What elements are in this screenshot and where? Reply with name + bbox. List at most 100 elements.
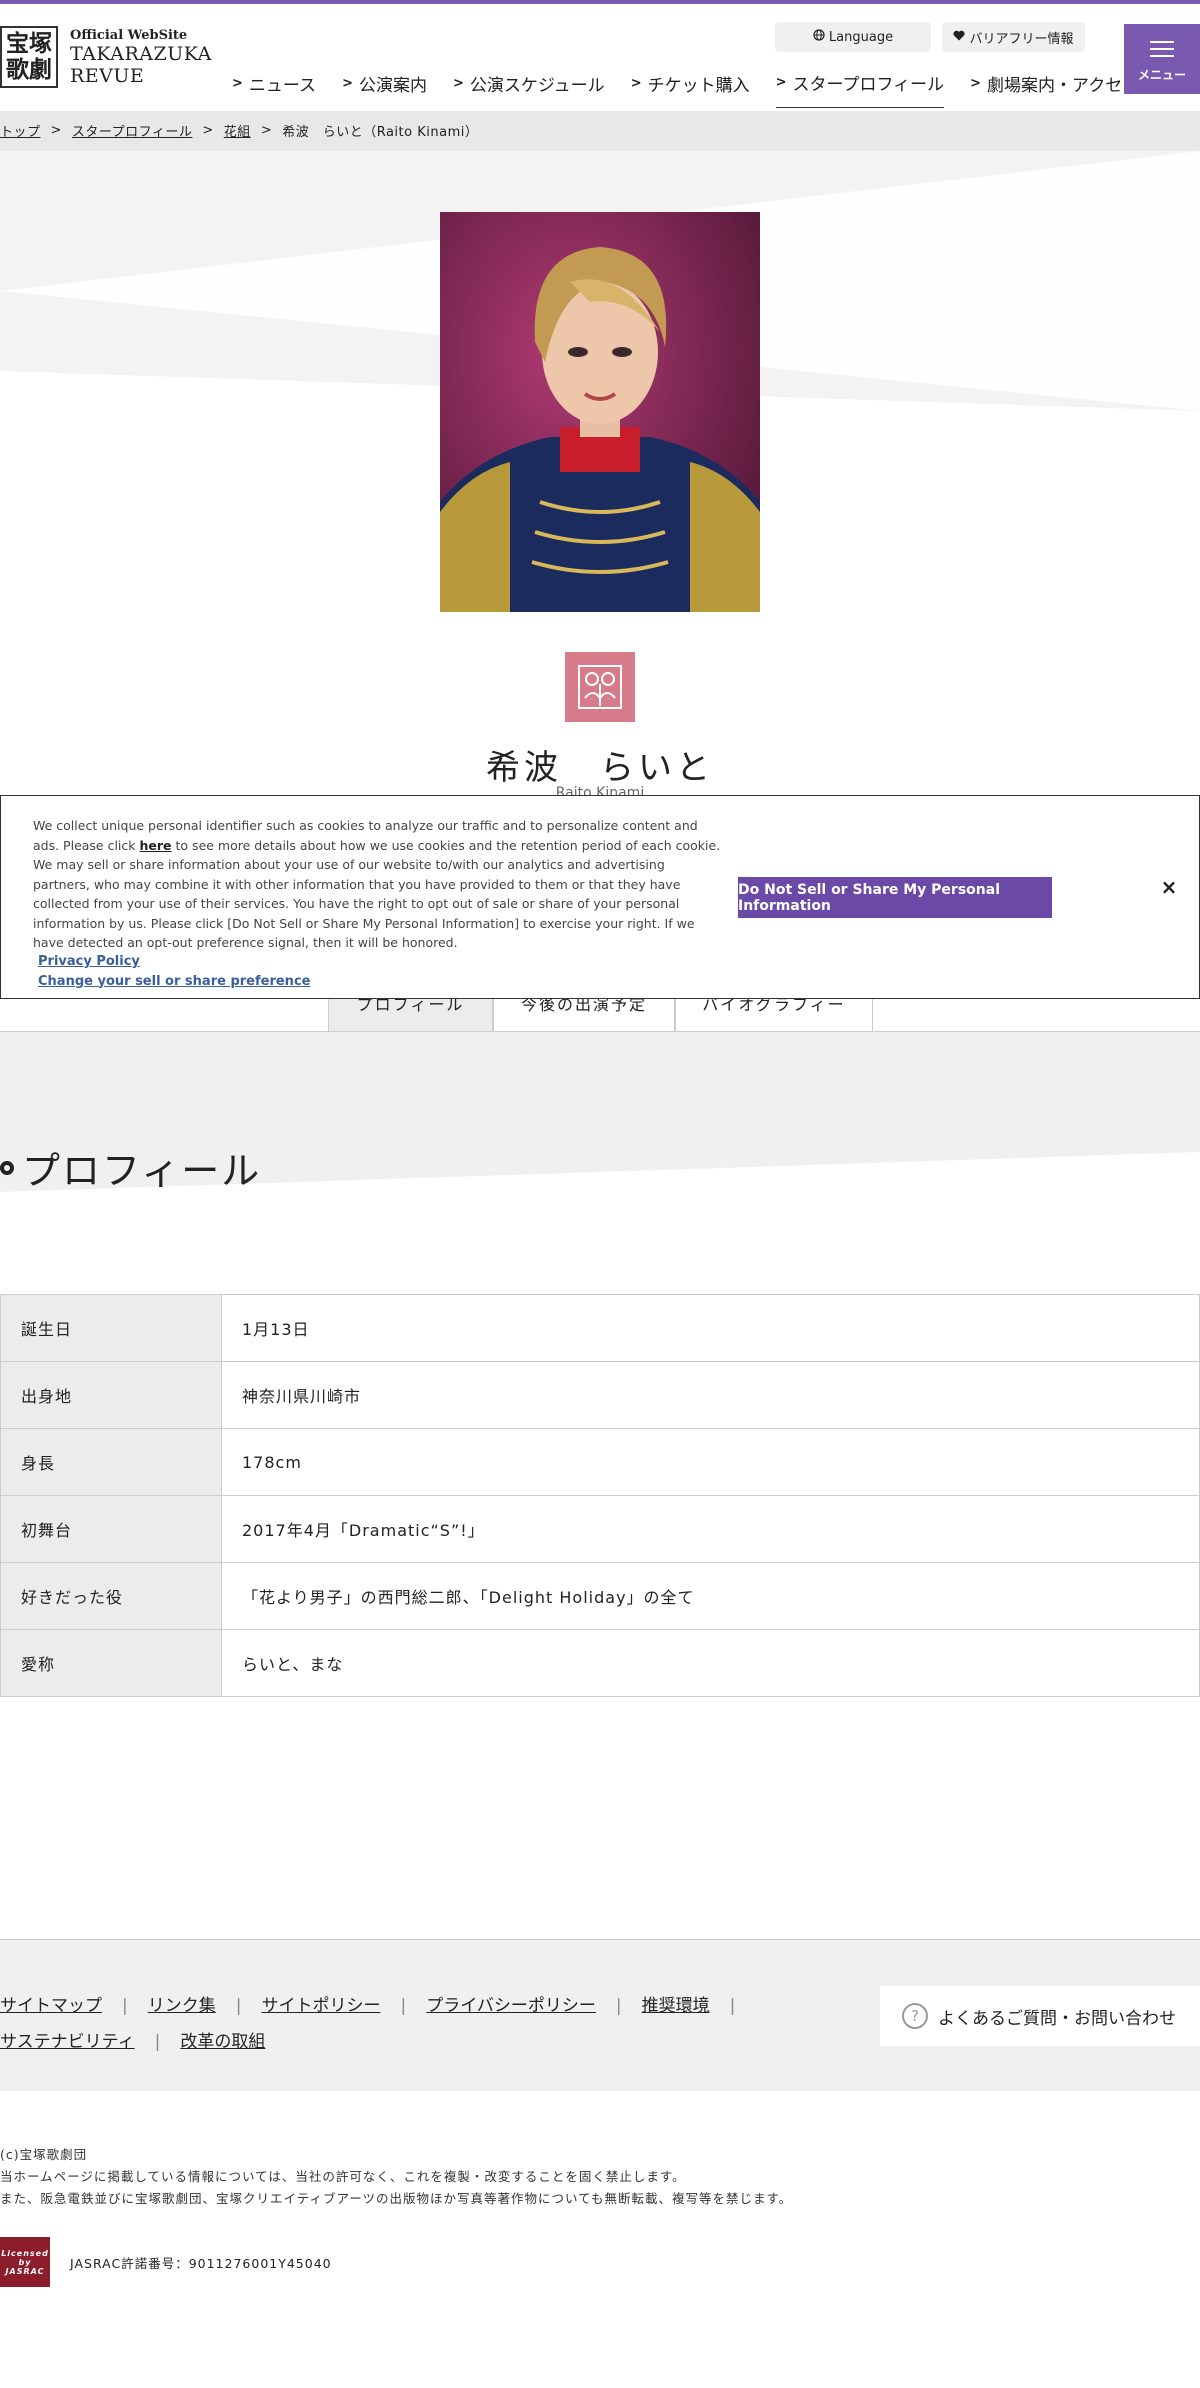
profile-label: 出身地 xyxy=(0,1361,222,1429)
jasrac-logo-line-2: by xyxy=(18,2257,32,2267)
nav-item-tickets[interactable]: > チケット購入 xyxy=(631,70,750,108)
copyright-notice-2: また、阪急電鉄並びに宝塚歌劇団、宝塚クリエイティブアーツの出版物ほか写真等著作物… xyxy=(0,2191,793,2206)
question-icon: ? xyxy=(902,2003,928,2029)
profile-section-title: プロフィール xyxy=(0,1140,261,1195)
breadcrumb-item-troupe[interactable]: 花組 xyxy=(224,121,251,140)
site-footer: サイトマップ | リンク集 | サイトポリシー | プライバシーポリシー | 推奨環境 | サステナ… xyxy=(0,1939,1200,2091)
chevron-right-icon: > xyxy=(775,75,787,90)
breadcrumb-current: 希波 らいと（Raito Kinami） xyxy=(282,125,479,140)
global-nav: > ニュース > 公演案内 > 公演スケジュール > チケット購入 > スタープロフィール > 劇場案… xyxy=(232,70,1165,108)
language-button[interactable]: Language xyxy=(775,22,931,52)
profile-label: 愛称 xyxy=(0,1629,222,1697)
cookie-links: Privacy Policy Change your sell or share… xyxy=(38,952,310,991)
chevron-right-icon: > xyxy=(342,75,353,91)
profile-value: 2017年4月「Dramatic“S”!」 xyxy=(221,1495,1200,1563)
footer-link[interactable]: 推奨環境 xyxy=(642,1996,710,2016)
footer-link[interactable]: プライバシーポリシー xyxy=(426,1996,596,2016)
jasrac-license-number: JASRAC許諾番号：9011276001Y45040 xyxy=(70,2255,332,2271)
table-row: 誕生日 1月13日 xyxy=(0,1294,1200,1362)
footer-link-separator: | xyxy=(729,1996,736,2016)
star-portrait-photo xyxy=(440,212,760,612)
footer-link-row: サステナビリティ | 改革の取組 xyxy=(0,2024,780,2060)
table-row: 愛称 らいと、まな xyxy=(0,1629,1200,1697)
footer-link-separator: | xyxy=(615,1996,622,2016)
profile-section-title-text: プロフィール xyxy=(22,1149,262,1193)
cookie-here-link[interactable]: here xyxy=(140,838,172,853)
profile-label: 好きだった役 xyxy=(0,1562,222,1630)
breadcrumb-separator: > xyxy=(50,123,62,138)
logo-mark: 宝塚 歌劇 xyxy=(0,26,58,88)
logo-subtitle: Official WebSite xyxy=(70,27,188,43)
nav-item-performances[interactable]: > 公演案内 xyxy=(342,70,427,108)
copyright: (c)宝塚歌劇団 xyxy=(0,2147,88,2162)
flower-troupe-emblem xyxy=(565,652,635,722)
nav-item-label: チケット購入 xyxy=(647,75,750,96)
copyright-notice-1: 当ホームページに掲載している情報については、当社の許可なく、これを複製・改変する… xyxy=(0,2169,686,2184)
cookie-consent-banner: We collect unique personal identifier su… xyxy=(0,795,1200,999)
nav-item-news[interactable]: > ニュース xyxy=(232,70,316,108)
table-row: 出身地 神奈川県川崎市 xyxy=(0,1361,1200,1429)
profile-label: 身長 xyxy=(0,1428,222,1496)
nav-item-label: 劇場案内・アクセス xyxy=(987,75,1140,96)
nav-item-star-profile[interactable]: > スタープロフィール xyxy=(775,70,945,108)
barrier-free-button[interactable]: バリアフリー情報 xyxy=(942,22,1085,52)
chevron-right-icon: > xyxy=(630,75,642,91)
footer-links: サイトマップ | リンク集 | サイトポリシー | プライバシーポリシー | 推奨環境 | サステナ… xyxy=(0,1988,780,2060)
do-not-sell-button[interactable]: Do Not Sell or Share My Personal Informa… xyxy=(738,877,1052,918)
footer-link-separator: | xyxy=(122,1996,128,2016)
profile-section-header-bg xyxy=(0,1032,1200,1237)
footer-link[interactable]: サステナビリティ xyxy=(0,2032,135,2052)
nav-item-theater-access[interactable]: > 劇場案内・アクセス xyxy=(970,70,1139,108)
footer-link-separator: | xyxy=(400,1996,407,2016)
language-label: Language xyxy=(828,29,894,45)
faq-contact-button[interactable]: ? よくあるご質問・お問い合わせ xyxy=(880,1986,1200,2046)
footer-link-separator: | xyxy=(154,2032,161,2052)
breadcrumb-item-top[interactable]: トップ xyxy=(0,121,41,140)
cookie-notice-text: We collect unique personal identifier su… xyxy=(33,816,723,953)
chevron-right-icon: > xyxy=(970,75,982,91)
footer-link[interactable]: サイトマップ xyxy=(0,1996,102,2016)
breadcrumb: トップ > スタープロフィール > 花組 > 希波 らいと（Raito Kina… xyxy=(0,121,478,140)
change-preference-link[interactable]: Change your sell or share preference xyxy=(38,972,310,992)
logo-title-2: REVUE xyxy=(70,64,145,87)
table-row: 身長 178cm xyxy=(0,1428,1200,1496)
profile-value: らいと、まな xyxy=(221,1629,1200,1697)
site-logo[interactable]: 宝塚 歌劇 Official WebSite TAKARAZUKA REVUE xyxy=(0,26,212,88)
close-icon[interactable]: × xyxy=(1159,877,1179,897)
nav-item-label: スタープロフィール xyxy=(792,75,945,95)
profile-label: 初舞台 xyxy=(0,1495,222,1563)
jasrac-logo: Licensed by JASRAC xyxy=(0,2237,50,2287)
nav-item-schedule[interactable]: > 公演スケジュール xyxy=(453,70,605,108)
menu-button[interactable]: メニュー xyxy=(1124,24,1200,94)
footer-link-row: サイトマップ | リンク集 | サイトポリシー | プライバシーポリシー | 推奨環境 | xyxy=(0,1988,780,2024)
bullet-ring-icon xyxy=(0,1160,14,1175)
footer-link[interactable]: サイトポリシー xyxy=(261,1996,380,2016)
logo-text: Official WebSite TAKARAZUKA REVUE xyxy=(70,28,212,87)
barrier-free-label: バリアフリー情報 xyxy=(969,31,1074,47)
jasrac-logo-line-1: Licensed xyxy=(1,2248,49,2258)
breadcrumb-item-star-profile[interactable]: スタープロフィール xyxy=(72,121,192,140)
menu-label: メニュー xyxy=(1137,67,1186,82)
footer-link[interactable]: リンク集 xyxy=(148,1996,216,2016)
breadcrumb-separator: > xyxy=(260,123,273,138)
globe-icon xyxy=(813,29,825,45)
site-header: 宝塚 歌劇 Official WebSite TAKARAZUKA REVUE … xyxy=(0,4,1200,111)
profile-value: 「花より男子」の西門総二郎、「Delight Holiday」の全て xyxy=(221,1562,1200,1630)
faq-contact-label: よくあるご質問・お問い合わせ xyxy=(938,2008,1176,2029)
jasrac-logo-line-3: JASRAC xyxy=(5,2266,45,2276)
privacy-policy-link[interactable]: Privacy Policy xyxy=(38,952,310,972)
footer-link-separator: | xyxy=(235,1996,242,2016)
footer-link[interactable]: 改革の取組 xyxy=(180,2032,265,2052)
nav-item-label: 公演スケジュール xyxy=(469,75,605,96)
profile-label: 誕生日 xyxy=(0,1294,222,1362)
table-row: 初舞台 2017年4月「Dramatic“S”!」 xyxy=(0,1495,1200,1563)
cookie-text-after: to see more details about how we use coo… xyxy=(33,837,721,951)
nav-item-label: 公演案内 xyxy=(358,75,427,96)
hamburger-icon xyxy=(1150,36,1174,62)
breadcrumb-separator: > xyxy=(202,123,214,138)
star-name: 希波 らいと xyxy=(486,748,714,788)
logo-kanji-1: 宝塚 xyxy=(6,30,52,57)
jasrac-block: Licensed by JASRAC JASRAC許諾番号：9011276001… xyxy=(0,2237,332,2287)
profile-value: 1月13日 xyxy=(221,1294,1200,1362)
logo-title-1: TAKARAZUKA xyxy=(70,42,212,65)
